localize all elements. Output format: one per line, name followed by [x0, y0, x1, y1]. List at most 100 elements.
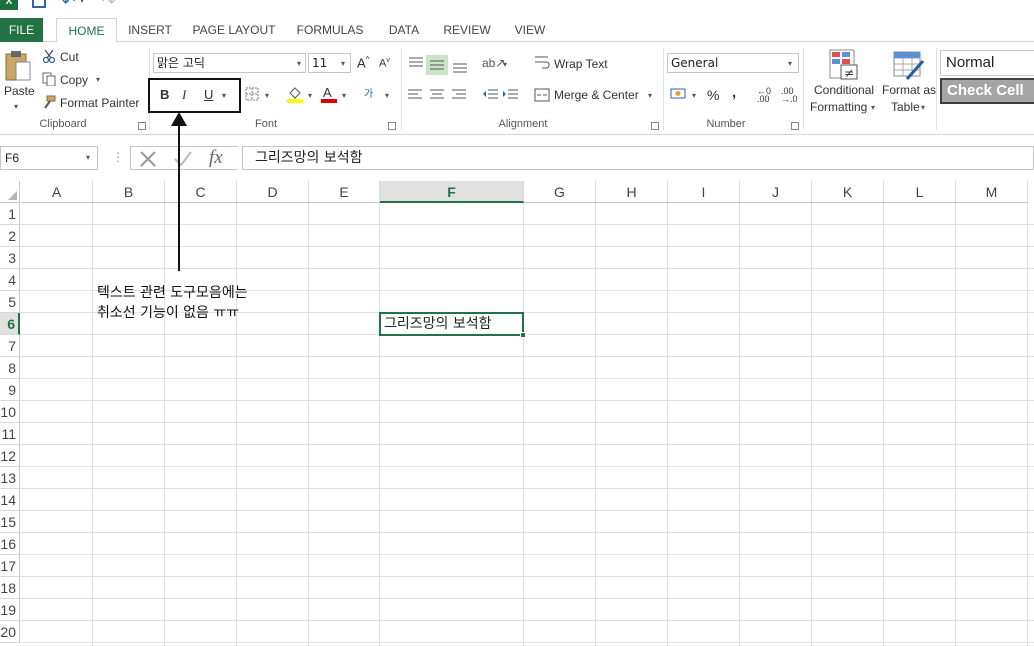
row-header-16[interactable]: 16	[0, 533, 20, 555]
paste-dropdown-icon[interactable]: ▾	[14, 102, 18, 111]
column-header-j[interactable]: J	[740, 181, 812, 203]
merge-center-button[interactable]: Merge & Center	[554, 88, 639, 102]
row-header-19[interactable]: 19	[0, 599, 20, 621]
column-header-d[interactable]: D	[237, 181, 309, 203]
format-painter-button[interactable]: Format Painter	[60, 96, 139, 110]
row-header-11[interactable]: 11	[0, 423, 20, 445]
row-header-12[interactable]: 12	[0, 445, 20, 467]
horizontal-alignment-icons[interactable]	[407, 88, 467, 102]
conditional-formatting-label-2[interactable]: Formatting	[810, 100, 867, 114]
format-as-table-label[interactable]: Format as	[882, 83, 936, 97]
conditional-formatting-label[interactable]: Conditional	[814, 83, 874, 97]
column-header-a[interactable]: A	[21, 181, 93, 203]
row-header-7[interactable]: 7	[0, 335, 20, 357]
tab-insert[interactable]: INSERT	[124, 18, 176, 42]
copy-icon[interactable]	[42, 72, 56, 86]
column-header-l[interactable]: L	[884, 181, 956, 203]
select-all-button[interactable]	[0, 181, 20, 203]
format-painter-icon[interactable]	[42, 95, 56, 109]
accounting-format-icon[interactable]	[670, 86, 688, 102]
undo-icon[interactable]: ↶	[62, 0, 75, 11]
row-header-15[interactable]: 15	[0, 511, 20, 533]
enter-icon[interactable]	[173, 150, 193, 168]
style-normal[interactable]: Normal	[940, 50, 1034, 76]
column-header-f[interactable]: F	[380, 181, 524, 203]
conditional-formatting-icon[interactable]: ≠	[829, 49, 861, 81]
row-header-20[interactable]: 20	[0, 621, 20, 643]
clipboard-launcher-icon[interactable]	[138, 122, 146, 130]
format-as-table-label-2[interactable]: Table	[891, 100, 920, 114]
alignment-launcher-icon[interactable]	[651, 122, 659, 130]
fill-handle[interactable]	[520, 332, 526, 338]
column-header-c[interactable]: C	[165, 181, 237, 203]
format-as-table-icon[interactable]	[893, 49, 925, 81]
format-as-table-dropdown-icon[interactable]: ▾	[921, 103, 925, 112]
indent-icons[interactable]	[482, 88, 522, 102]
row-header-3[interactable]: 3	[0, 247, 20, 269]
percent-style-button[interactable]: %	[707, 87, 719, 103]
redo-icon[interactable]: ↷	[102, 0, 115, 11]
cut-icon[interactable]	[42, 49, 56, 63]
name-box[interactable]: F6	[0, 146, 98, 170]
tab-data[interactable]: DATA	[382, 18, 426, 42]
insert-function-icon[interactable]: fx	[209, 147, 223, 169]
tab-formulas[interactable]: FORMULAS	[292, 18, 368, 42]
conditional-formatting-dropdown-icon[interactable]: ▾	[871, 103, 875, 112]
row-header-10[interactable]: 10	[0, 401, 20, 423]
wrap-text-icon[interactable]	[534, 54, 550, 70]
column-header-i[interactable]: I	[668, 181, 740, 203]
copy-dropdown-icon[interactable]: ▾	[96, 75, 100, 84]
column-header-m[interactable]: M	[956, 181, 1028, 203]
column-header-g[interactable]: G	[524, 181, 596, 203]
phonetic-dropdown-icon[interactable]: ▾	[385, 91, 389, 100]
decrease-decimal-icon[interactable]: .00 →.0	[781, 87, 798, 104]
column-header-b[interactable]: B	[93, 181, 165, 203]
row-header-8[interactable]: 8	[0, 357, 20, 379]
tab-file[interactable]: FILE	[0, 18, 43, 42]
row-header-1[interactable]: 1	[0, 203, 20, 225]
paste-label[interactable]: Paste	[4, 84, 35, 98]
increase-font-size-icon[interactable]: A^	[357, 55, 369, 70]
worksheet-grid[interactable]: A B C D E F G H I J K L M 1 2 3 4 5 6 7 8 9 10 11 12 13 14 15 16 17 18…	[0, 181, 1034, 646]
row-header-18[interactable]: 18	[0, 577, 20, 599]
number-format-select[interactable]: General	[667, 53, 799, 73]
font-launcher-icon[interactable]	[388, 122, 396, 130]
tab-review[interactable]: REVIEW	[438, 18, 496, 42]
font-color-dropdown-icon[interactable]: ▾	[342, 91, 346, 100]
row-header-6[interactable]: 6	[0, 313, 20, 335]
font-name-select[interactable]: 맑은 고딕	[153, 53, 306, 73]
row-header-2[interactable]: 2	[0, 225, 20, 247]
save-icon[interactable]	[32, 0, 46, 8]
tab-view[interactable]: VIEW	[508, 18, 552, 42]
decrease-font-size-icon[interactable]: Av	[379, 57, 390, 70]
borders-icon[interactable]	[245, 87, 259, 101]
comma-style-button[interactable]: ,	[732, 84, 736, 101]
tab-page-layout[interactable]: PAGE LAYOUT	[190, 18, 278, 42]
copy-button[interactable]: Copy	[60, 73, 88, 87]
formula-input[interactable]: 그리즈망의 보석함	[242, 146, 1034, 170]
font-name-dropdown-icon[interactable]: ▾	[297, 59, 301, 68]
undo-dropdown-icon[interactable]: ▾	[80, 0, 84, 5]
row-header-5[interactable]: 5	[0, 291, 20, 313]
fill-color-dropdown-icon[interactable]: ▾	[308, 91, 312, 100]
number-launcher-icon[interactable]	[791, 122, 799, 130]
accounting-dropdown-icon[interactable]: ▾	[692, 91, 696, 100]
orientation-dropdown-icon[interactable]: ▾	[503, 60, 507, 69]
increase-decimal-icon[interactable]: ←0.00	[757, 87, 771, 104]
row-header-14[interactable]: 14	[0, 489, 20, 511]
font-size-dropdown-icon[interactable]: ▾	[341, 59, 345, 68]
name-box-dropdown-icon[interactable]: ▾	[86, 153, 90, 162]
merge-center-icon[interactable]	[534, 87, 550, 103]
cancel-icon[interactable]	[139, 150, 157, 168]
row-header-17[interactable]: 17	[0, 555, 20, 577]
orientation-icon[interactable]: ab↗	[482, 56, 505, 70]
borders-dropdown-icon[interactable]: ▾	[265, 91, 269, 100]
fill-color-icon[interactable]	[286, 85, 304, 103]
column-header-e[interactable]: E	[309, 181, 380, 203]
vertical-alignment-icons[interactable]	[407, 55, 487, 75]
phonetic-icon[interactable]: 가	[364, 85, 373, 100]
column-header-h[interactable]: H	[596, 181, 668, 203]
number-format-dropdown-icon[interactable]: ▾	[788, 59, 792, 68]
active-cell-f6[interactable]: 그리즈망의 보석함	[379, 312, 524, 336]
paste-icon[interactable]	[4, 50, 32, 82]
